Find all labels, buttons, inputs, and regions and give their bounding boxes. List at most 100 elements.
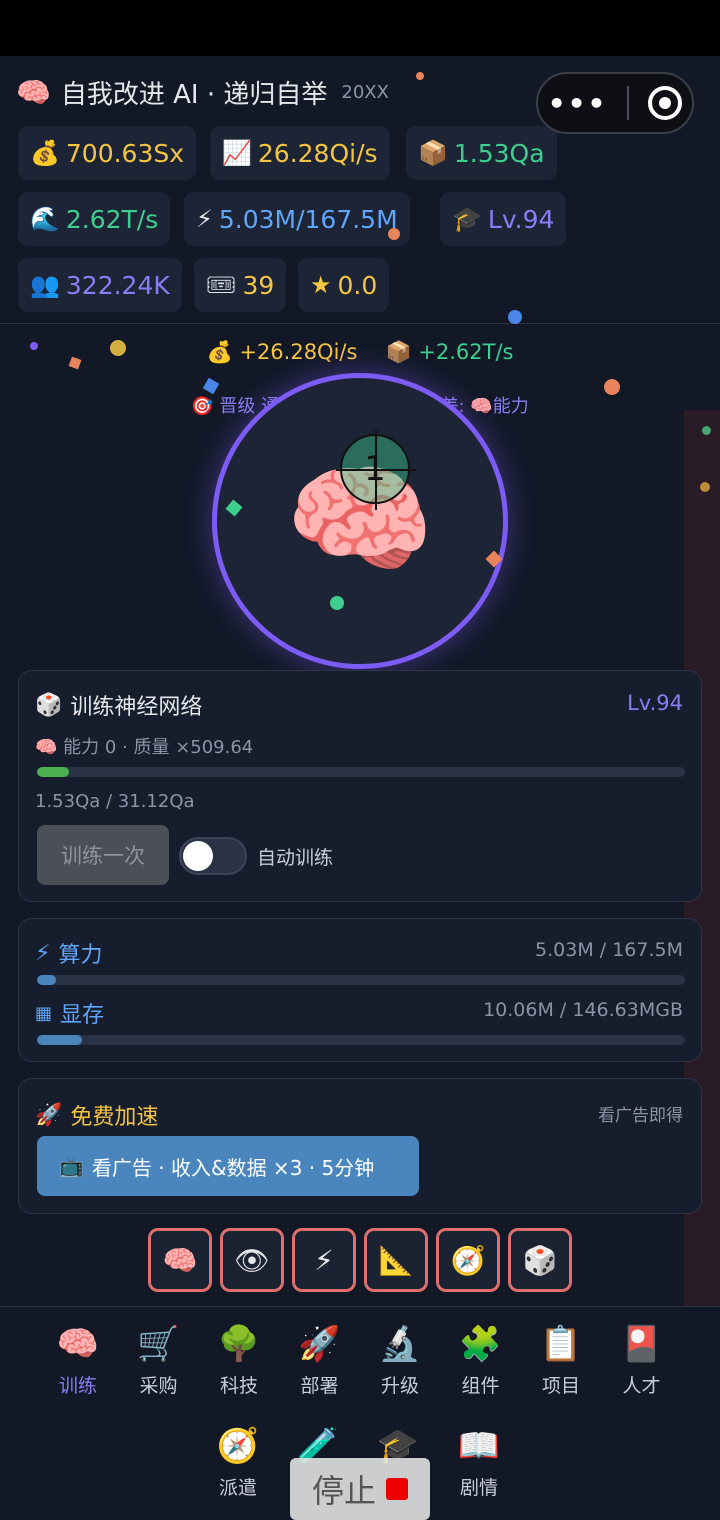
- stat-value-money: 700.63Sx: [65, 138, 185, 168]
- nav-item-升级[interactable]: 🔬 升级: [360, 1321, 440, 1398]
- confetti: [30, 342, 38, 350]
- stat-value-users: 322.24K: [65, 270, 170, 300]
- nav-label: 人才: [622, 1375, 661, 1397]
- close-miniapp-button[interactable]: [648, 86, 683, 120]
- auto-train-label: 自动训练: [257, 847, 334, 869]
- confetti: [416, 72, 424, 80]
- nav-item-组件[interactable]: 🧩 组件: [441, 1321, 521, 1398]
- auto-train-toggle[interactable]: [179, 837, 247, 875]
- nav-label: 项目: [541, 1375, 580, 1397]
- microscope-icon: 🔬: [378, 1324, 422, 1364]
- card-icon: 🎴: [620, 1324, 663, 1364]
- brain-icon: 🧠: [56, 1324, 100, 1364]
- confetti: [110, 340, 126, 356]
- nav-item-部署[interactable]: 🚀 部署: [280, 1321, 360, 1398]
- users-icon: 👥: [30, 271, 60, 299]
- ticket-icon: 🎟: [206, 271, 237, 299]
- stat-chip-tickets: 🎟 39: [194, 258, 287, 312]
- nav-label: 科技: [219, 1375, 258, 1397]
- stat-chip-data: 📦 1.53Qa: [406, 126, 557, 180]
- money-bag-icon: 💰: [206, 340, 233, 364]
- nav-label: 升级: [380, 1375, 419, 1397]
- lightning-icon: ⚡: [35, 940, 51, 966]
- quick-lightning-button[interactable]: ⚡: [292, 1228, 356, 1292]
- tv-icon: 📺: [59, 1154, 84, 1178]
- train-progress-bar: [37, 767, 685, 777]
- memory-bar: [37, 1035, 685, 1045]
- train-progress-text: 1.53Qa / 31.12Qa: [35, 791, 195, 812]
- nav-item-采购[interactable]: 🛒 采购: [119, 1321, 199, 1398]
- stat-value-level: Lv.94: [487, 204, 555, 234]
- tree-icon: 🌳: [217, 1324, 261, 1364]
- wave-icon: 🌊: [30, 205, 60, 233]
- stat-chip-level: 🎓 Lv.94: [440, 192, 567, 246]
- confetti: [508, 310, 522, 324]
- star-icon: ★: [310, 271, 332, 299]
- nav-item-训练[interactable]: 🧠 训练: [38, 1321, 118, 1398]
- watch-ad-button[interactable]: 📺 看广告 · 收入&数据 ×3 · 5分钟: [37, 1136, 419, 1196]
- confetti: [388, 228, 400, 240]
- nav-label: 剧情: [459, 1477, 498, 1499]
- compute-bar: [37, 975, 685, 985]
- eye-icon: 👁: [234, 1243, 270, 1277]
- quick-brain-button[interactable]: 🧠: [148, 1228, 212, 1292]
- train-progress-fill: [37, 767, 69, 777]
- stat-value-income: 26.28Qi/s: [257, 138, 378, 168]
- boost-title: 🚀 免费加速: [35, 1099, 158, 1131]
- stat-value-tickets: 39: [242, 270, 275, 300]
- status-bar: [0, 0, 720, 56]
- train-clicker[interactable]: 🧠: [212, 373, 508, 669]
- compute-label: ⚡ 算力: [35, 937, 102, 969]
- nav-item-项目[interactable]: 📋 项目: [521, 1321, 601, 1398]
- quick-actions: 🧠 👁 ⚡ 📐 🧭 🎲: [0, 1228, 720, 1292]
- memory-value: 10.06M / 146.63MGB: [483, 999, 683, 1021]
- stat-chip-compute: ⚡ 5.03M/167.5M: [184, 192, 410, 246]
- book-icon: 📖: [457, 1426, 501, 1466]
- stat-value-compute: 5.03M/167.5M: [218, 204, 398, 234]
- rate-readout: 💰 +26.28Qi/s 📦 +2.62T/s: [0, 340, 720, 365]
- nav-item-剧情[interactable]: 📖 剧情: [439, 1423, 519, 1500]
- triangle-ruler-icon: 📐: [378, 1243, 414, 1277]
- page-subtitle: 20XX: [341, 82, 389, 103]
- compass-icon: 🧭: [216, 1426, 260, 1466]
- train-once-button[interactable]: 训练一次: [37, 825, 169, 885]
- stop-label: 停止: [311, 1472, 376, 1510]
- stat-value-datarate: 2.62T/s: [65, 204, 159, 234]
- stat-chip-datarate: 🌊 2.62T/s: [18, 192, 171, 246]
- quick-compass-button[interactable]: 🧭: [436, 1228, 500, 1292]
- combo-count: 1: [364, 449, 386, 489]
- boost-hint: 看广告即得: [598, 1106, 683, 1126]
- nav-item-科技[interactable]: 🌳 科技: [199, 1321, 279, 1398]
- confetti: [330, 596, 344, 610]
- puzzle-icon: 🧩: [459, 1324, 502, 1364]
- package-icon: 📦: [418, 139, 448, 167]
- memory-label: ▦ 显存: [35, 997, 104, 1029]
- train-title-text: 训练神经网络: [70, 695, 203, 720]
- train-level: Lv.94: [627, 691, 683, 715]
- compute-value: 5.03M / 167.5M: [535, 939, 683, 961]
- confetti: [604, 379, 620, 395]
- stat-chip-users: 👥 322.24K: [18, 258, 182, 312]
- nav-label: 组件: [461, 1375, 500, 1397]
- miniapp-capsule: •••: [536, 72, 694, 134]
- nav-item-人才[interactable]: 🎴 人才: [602, 1321, 682, 1398]
- stat-value-stars: 0.0: [337, 270, 378, 300]
- quick-eye-button[interactable]: 👁: [220, 1228, 284, 1292]
- nav-label: 部署: [300, 1375, 339, 1397]
- stat-chip-income: 📈 26.28Qi/s: [210, 126, 390, 180]
- app-title: 🧠 自我改进 AI · 递归自举 20XX: [16, 74, 389, 111]
- chart-up-icon: 📈: [222, 139, 252, 167]
- more-button[interactable]: •••: [548, 87, 608, 120]
- clipboard-icon: 📋: [539, 1324, 583, 1364]
- train-stats: 🧠 能力 0 · 质量 ×509.64: [35, 737, 254, 758]
- confetti: [68, 356, 82, 370]
- stop-recording-button[interactable]: 停止: [290, 1458, 430, 1520]
- nav-label: 派遣: [218, 1477, 257, 1499]
- quick-triangle-ruler-button[interactable]: 📐: [364, 1228, 428, 1292]
- nav-item-派遣[interactable]: 🧭 派遣: [198, 1423, 278, 1500]
- quick-dice-button[interactable]: 🎲: [508, 1228, 572, 1292]
- nav-label: 采购: [139, 1375, 178, 1397]
- page-title: 自我改进 AI · 递归自举: [60, 80, 328, 110]
- toggle-knob: [183, 841, 213, 871]
- stat-chip-stars: ★ 0.0: [298, 258, 390, 312]
